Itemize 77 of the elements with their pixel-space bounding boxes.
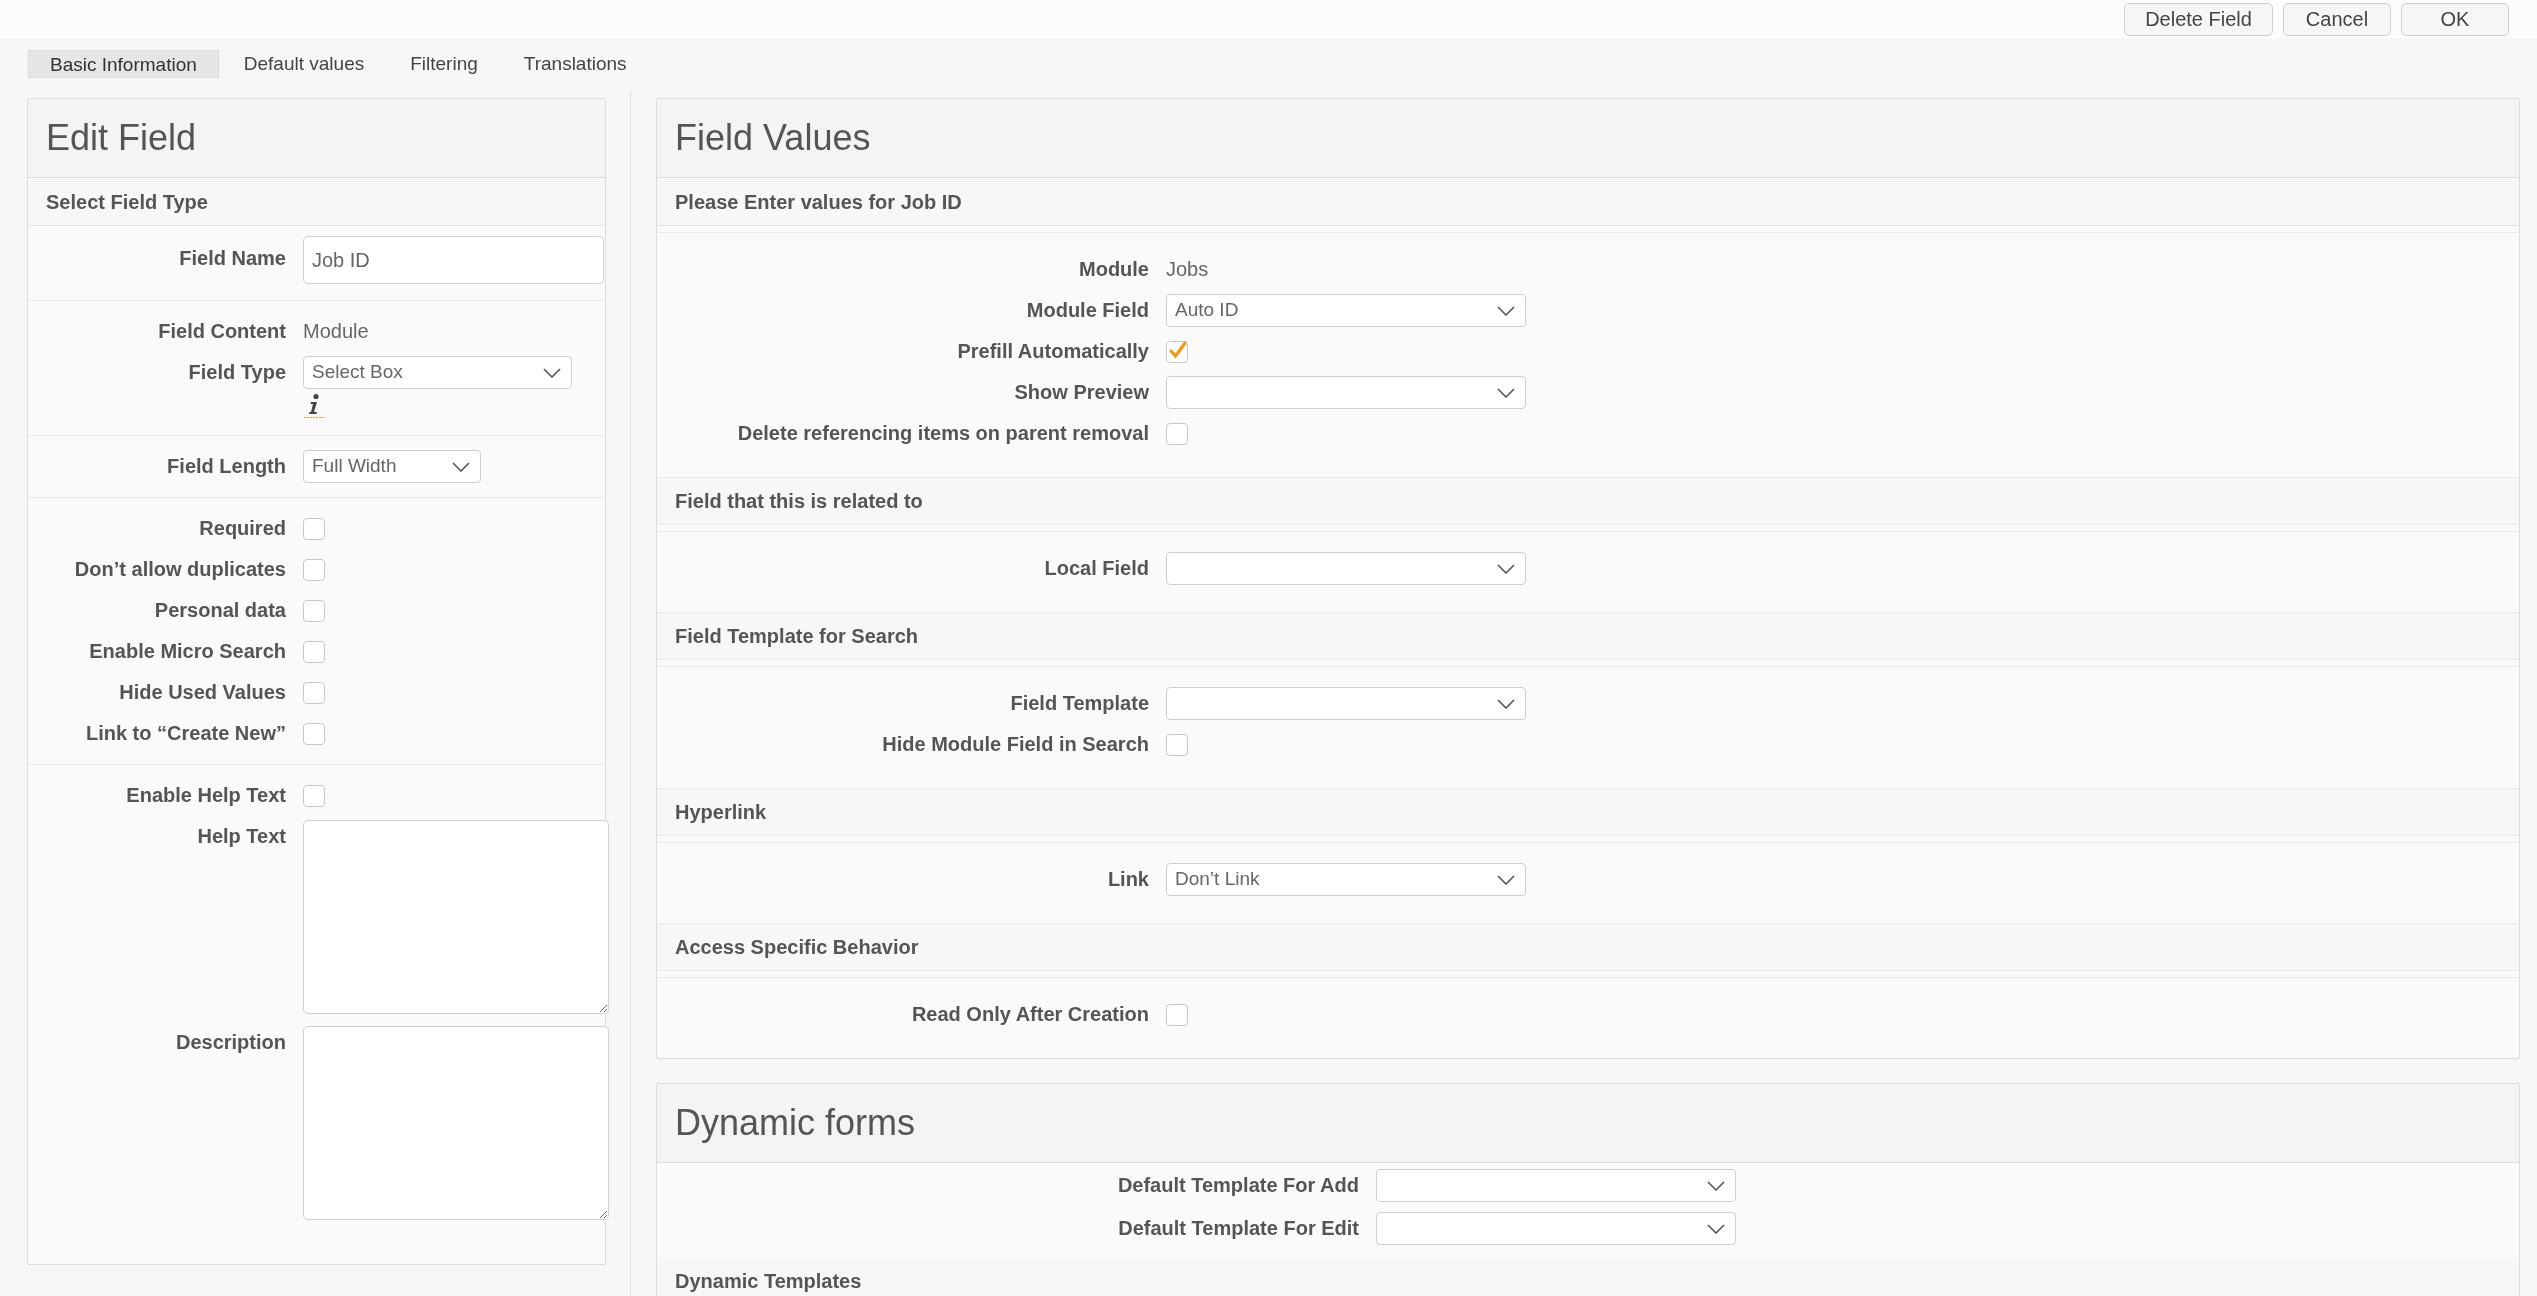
section-heading: Hyperlink (675, 800, 767, 825)
field-label: Enable Micro Search (89, 639, 286, 664)
field-label: Personal data (154, 598, 286, 623)
dropdown[interactable] (1166, 687, 1526, 720)
chevron-down-icon (452, 461, 470, 472)
chevron-down-icon (1707, 1180, 1725, 1191)
chevron-down-icon (1497, 874, 1515, 885)
field-label: Delete referencing items on parent removal (737, 421, 1149, 446)
tab[interactable]: Filtering (389, 50, 499, 78)
checkbox[interactable] (1166, 422, 1188, 445)
field-label: Field Type (188, 360, 286, 385)
field-label: Field Name (179, 246, 286, 271)
section-heading: Please Enter values for Job ID (675, 189, 962, 215)
field-label: Field Length (167, 454, 286, 479)
section-heading: Dynamic Templates (675, 1268, 862, 1294)
chevron-down-icon (1497, 305, 1515, 316)
field-label: Default Template For Edit (1118, 1216, 1359, 1241)
chevron-down-icon (1497, 563, 1515, 574)
dropdown[interactable]: Don’t Link (1166, 863, 1526, 896)
dropdown[interactable]: Select Box (303, 356, 572, 389)
field-label: Enable Help Text (126, 783, 286, 808)
tab[interactable]: Translations (502, 50, 648, 78)
field-label: Description (175, 1030, 286, 1055)
checkbox[interactable] (303, 681, 325, 704)
chevron-down-icon (543, 367, 561, 378)
info-icon[interactable] (303, 393, 325, 419)
chevron-down-icon (1497, 698, 1515, 709)
field-label: Don’t allow duplicates (74, 557, 286, 582)
section-heading: Select Field Type (46, 189, 208, 215)
section-heading: Access Specific Behavior (675, 935, 919, 960)
checkbox[interactable] (303, 640, 325, 663)
dropdown[interactable]: Full Width (303, 450, 481, 483)
chevron-down-icon (1497, 387, 1515, 398)
dropdown[interactable] (1376, 1212, 1736, 1245)
field-label: Local Field (1044, 556, 1149, 581)
toolbar-button[interactable]: Delete Field (2124, 2, 2273, 36)
field-label: Hide Used Values (119, 680, 286, 705)
field-label: Module (1079, 257, 1149, 282)
field-label: Module Field (1026, 298, 1149, 323)
checkbox[interactable] (1166, 733, 1188, 756)
dropdown[interactable] (1376, 1169, 1736, 1202)
dropdown[interactable]: Auto ID (1166, 294, 1526, 327)
checkbox[interactable] (1166, 340, 1188, 363)
section-heading: Field that this is related to (675, 489, 923, 514)
text-area[interactable] (303, 820, 609, 1014)
checkbox[interactable] (303, 784, 325, 807)
checkbox[interactable] (303, 599, 325, 622)
tab[interactable]: Basic Information (28, 50, 219, 78)
toolbar-button[interactable]: Cancel (2283, 2, 2391, 36)
chevron-down-icon (1707, 1223, 1725, 1234)
dropdown[interactable] (1166, 376, 1526, 409)
field-label: Required (199, 516, 286, 541)
field-label: Read Only After Creation (911, 1002, 1149, 1027)
checkbox[interactable] (303, 517, 325, 540)
text-area[interactable] (303, 1026, 609, 1220)
section-heading: Field Template for Search (675, 624, 919, 649)
toolbar-button[interactable]: OK (2401, 2, 2509, 36)
field-label: Prefill Automatically (957, 339, 1149, 364)
field-label: Default Template For Add (1117, 1173, 1359, 1198)
panel-title: Edit Field (46, 116, 197, 160)
field-label: Show Preview (1014, 380, 1149, 405)
dropdown[interactable] (1166, 552, 1526, 585)
field-label: Field Template (1010, 691, 1149, 716)
tab[interactable]: Default values (222, 50, 386, 78)
field-label: Hide Module Field in Search (882, 732, 1149, 757)
field-label: Link (1107, 867, 1149, 892)
field-label: Help Text (197, 824, 286, 849)
panel-title: Dynamic forms (675, 1101, 916, 1145)
panel-title: Field Values (675, 116, 871, 160)
checkbox[interactable] (1166, 1003, 1188, 1026)
field-value: Module (303, 319, 369, 344)
checkbox[interactable] (303, 722, 325, 745)
field-label: Field Content (158, 319, 286, 344)
field-value: Jobs (1166, 257, 1209, 282)
checkbox[interactable] (303, 558, 325, 581)
text-field[interactable]: Job ID (303, 236, 604, 284)
field-label: Link to “Create New” (85, 721, 286, 746)
